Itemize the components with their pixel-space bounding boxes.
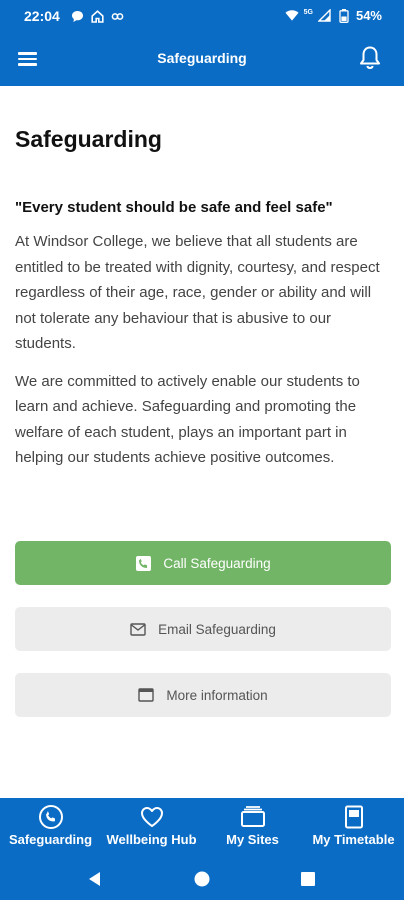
phone-circle-icon xyxy=(38,804,64,830)
page-title: Safeguarding xyxy=(15,126,162,152)
quote-text: "Every student should be safe and feel s… xyxy=(15,199,333,216)
status-time: 22:04 xyxy=(24,8,60,24)
home-button[interactable] xyxy=(192,869,212,889)
back-button[interactable] xyxy=(85,869,105,889)
system-navigation-bar xyxy=(0,858,404,900)
back-triangle-icon xyxy=(89,872,100,886)
nav-item-safeguarding[interactable]: Safeguarding xyxy=(0,798,101,858)
nav-item-my-timetable[interactable]: My Timetable xyxy=(303,798,404,858)
wifi-icon xyxy=(285,9,299,23)
network-type: 5G xyxy=(303,9,313,16)
signal-icon xyxy=(318,9,332,23)
notification-icons xyxy=(70,9,124,23)
heart-icon xyxy=(139,804,165,830)
nav-label: Safeguarding xyxy=(8,832,93,847)
nav-label: My Sites xyxy=(226,832,279,847)
nav-item-my-sites[interactable]: My Sites xyxy=(202,798,303,858)
status-bar: 22:04 5G 54% xyxy=(0,0,404,34)
info-button-label: More information xyxy=(166,687,268,703)
chat-bubble-icon xyxy=(70,9,84,23)
phone-icon xyxy=(135,555,151,571)
recents-square-icon xyxy=(301,872,315,886)
commitment-paragraph: We are committed to actively enable our … xyxy=(15,372,360,467)
bell-icon xyxy=(360,46,380,70)
sites-icon xyxy=(240,804,266,830)
app-bar-title: Safeguarding xyxy=(157,50,247,66)
envelope-icon xyxy=(130,621,146,637)
page-content: Safeguarding "Every student should be sa… xyxy=(15,86,391,471)
battery-percent: 54% xyxy=(355,8,382,23)
header-area: 22:04 5G 54% Safeguarding xyxy=(0,0,404,86)
email-safeguarding-button[interactable]: Email Safeguarding xyxy=(15,607,391,651)
bottom-navigation: Safeguarding Wellbeing Hub My Sites My T… xyxy=(0,798,404,858)
call-button-label: Call Safeguarding xyxy=(163,555,271,571)
intro-paragraph: At Windsor College, we believe that all … xyxy=(15,233,380,352)
browser-window-icon xyxy=(138,687,155,703)
status-right: 5G 54% xyxy=(285,8,382,23)
link-icon xyxy=(110,9,124,23)
notifications-button[interactable] xyxy=(358,45,382,71)
nav-label: Wellbeing Hub xyxy=(106,832,197,847)
nav-label: My Timetable xyxy=(312,832,395,847)
app-bar: Safeguarding xyxy=(0,34,404,86)
more-information-button[interactable]: More information xyxy=(15,673,391,717)
home-circle-icon xyxy=(194,871,210,887)
home-icon xyxy=(90,9,104,23)
battery-icon xyxy=(337,8,351,23)
recents-button[interactable] xyxy=(298,869,318,889)
nav-item-wellbeing-hub[interactable]: Wellbeing Hub xyxy=(101,798,202,858)
email-button-label: Email Safeguarding xyxy=(158,621,276,637)
call-safeguarding-button[interactable]: Call Safeguarding xyxy=(15,541,391,585)
timetable-icon xyxy=(341,804,367,830)
